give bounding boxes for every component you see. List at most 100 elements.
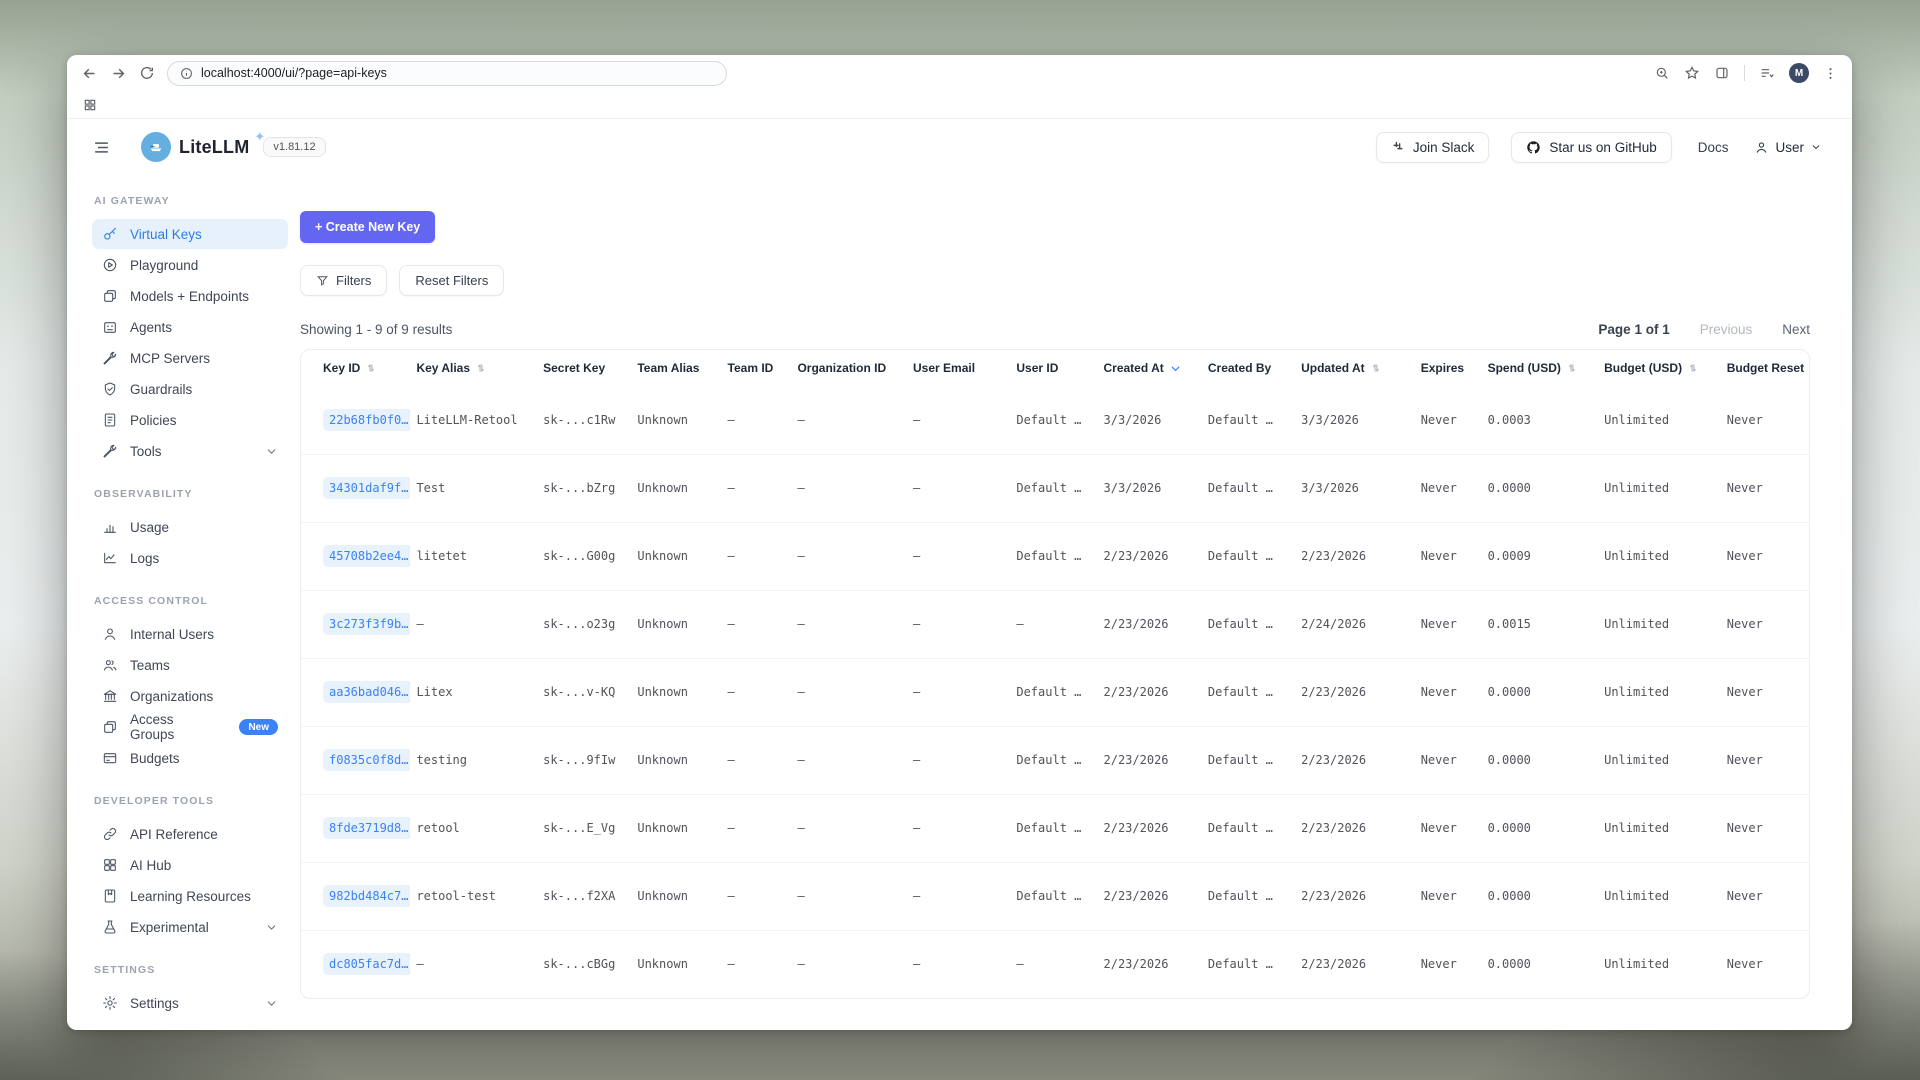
key-table-row[interactable]: f0835c0f8d…testingsk-...9fIwUnknown–––De… <box>301 726 1809 794</box>
key-icon <box>102 226 118 242</box>
back-button[interactable] <box>81 65 98 82</box>
column-header-key-id[interactable]: Key ID <box>301 350 410 386</box>
sidebar-item-learning-resources[interactable]: Learning Resources <box>92 881 288 911</box>
site-info-icon[interactable] <box>180 67 193 80</box>
sort-icon <box>1370 362 1381 374</box>
sidebar-item-label: Experimental <box>130 920 209 935</box>
star-github-button[interactable]: Star us on GitHub <box>1511 132 1671 163</box>
sidebar-item-experimental[interactable]: Experimental <box>92 912 288 942</box>
key-table-row[interactable]: 34301daf9f…Testsk-...bZrgUnknown–––Defau… <box>301 454 1809 522</box>
cell-user-email: – <box>907 454 1010 522</box>
key-id-link[interactable]: aa36bad046… <box>323 681 410 703</box>
groups-icon <box>102 719 118 735</box>
key-table-row[interactable]: 3c273f3f9b…–sk-...o23gUnknown––––2/23/20… <box>301 590 1809 658</box>
tab-panel-icon[interactable] <box>1714 65 1730 81</box>
cell-spend-usd: 0.0000 <box>1482 454 1599 522</box>
sidebar-item-label: Logs <box>130 551 159 566</box>
cell-spend-usd: 0.0015 <box>1482 590 1599 658</box>
sidebar-collapse-icon[interactable] <box>92 138 111 157</box>
sidebar-item-playground[interactable]: Playground <box>92 250 288 280</box>
sidebar-item-budgets[interactable]: Budgets <box>92 743 288 773</box>
profile-avatar[interactable]: M <box>1789 63 1809 83</box>
filters-button[interactable]: Filters <box>300 265 387 296</box>
sidebar-item-api-reference[interactable]: API Reference <box>92 819 288 849</box>
cell-secret-key: sk-...9fIw <box>537 726 631 794</box>
create-new-key-button[interactable]: + Create New Key <box>300 211 435 243</box>
column-header-user-id: User ID <box>1010 350 1097 386</box>
sidebar-item-internal-users[interactable]: Internal Users <box>92 619 288 649</box>
sidebar-item-logs[interactable]: Logs <box>92 543 288 573</box>
version-badge: ✦ v1.81.12 <box>263 137 325 157</box>
cell-updated-at: 2/23/2026 <box>1295 930 1415 998</box>
column-header-key-alias[interactable]: Key Alias <box>410 350 537 386</box>
cell-budget-usd: Unlimited <box>1598 386 1721 454</box>
sidebar-item-tools[interactable]: Tools <box>92 436 288 466</box>
key-table-row[interactable]: 8fde3719d8…retoolsk-...E_VgUnknown–––Def… <box>301 794 1809 862</box>
key-table-row[interactable]: 45708b2ee4…litetetsk-...G00gUnknown–––De… <box>301 522 1809 590</box>
sidebar-item-mcp-servers[interactable]: MCP Servers <box>92 343 288 373</box>
reading-list-icon[interactable] <box>1759 65 1775 81</box>
bank-icon <box>102 688 118 704</box>
apps-grid-icon[interactable] <box>83 98 97 112</box>
key-id-link[interactable]: f0835c0f8d… <box>323 749 410 771</box>
key-id-link[interactable]: 34301daf9f… <box>323 477 410 499</box>
sidebar-item-teams[interactable]: Teams <box>92 650 288 680</box>
bookmark-star-icon[interactable] <box>1684 65 1700 81</box>
reset-filters-button[interactable]: Reset Filters <box>399 265 504 296</box>
cell-updated-at: 2/23/2026 <box>1295 522 1415 590</box>
key-table-row[interactable]: aa36bad046…Litexsk-...v-KQUnknown–––Defa… <box>301 658 1809 726</box>
next-page-button[interactable]: Next <box>1782 322 1810 337</box>
sidebar-item-settings[interactable]: Settings <box>92 988 288 1018</box>
sidebar-item-label: MCP Servers <box>130 351 210 366</box>
reload-button[interactable] <box>139 65 155 81</box>
cell-created-by: Default … <box>1202 930 1295 998</box>
key-id-link[interactable]: 22b68fb0f0… <box>323 409 410 431</box>
sidebar-item-organizations[interactable]: Organizations <box>92 681 288 711</box>
key-id-link[interactable]: 982bd484c7… <box>323 885 410 907</box>
key-table-row[interactable]: dc805fac7d…–sk-...cBGgUnknown––––2/23/20… <box>301 930 1809 998</box>
sidebar-item-guardrails[interactable]: Guardrails <box>92 374 288 404</box>
column-header-budget-usd[interactable]: Budget (USD) <box>1598 350 1721 386</box>
key-id-link[interactable]: 45708b2ee4… <box>323 545 410 567</box>
cell-spend-usd: 0.0009 <box>1482 522 1599 590</box>
cell-created-by: Default … <box>1202 522 1295 590</box>
sidebar-item-models-endpoints[interactable]: Models + Endpoints <box>92 281 288 311</box>
key-table-row[interactable]: 982bd484c7…retool-testsk-...f2XAUnknown–… <box>301 862 1809 930</box>
browser-menu-icon[interactable] <box>1823 66 1838 81</box>
column-header-updated-at[interactable]: Updated At <box>1295 350 1415 386</box>
cell-spend-usd: 0.0000 <box>1482 658 1599 726</box>
cell-organization-id: – <box>791 794 907 862</box>
column-header-spend-usd[interactable]: Spend (USD) <box>1482 350 1599 386</box>
docs-link[interactable]: Docs <box>1694 140 1733 155</box>
cell-expires: Never <box>1415 794 1482 862</box>
cell-secret-key: sk-...E_Vg <box>537 794 631 862</box>
cell-budget-usd: Unlimited <box>1598 522 1721 590</box>
key-id-link[interactable]: 3c273f3f9b… <box>323 613 410 635</box>
column-header-created-at[interactable]: Created At <box>1098 350 1202 386</box>
key-id-link[interactable]: dc805fac7d… <box>323 953 410 975</box>
sidebar-item-virtual-keys[interactable]: Virtual Keys <box>92 219 288 249</box>
sidebar-item-policies[interactable]: Policies <box>92 405 288 435</box>
gear-icon <box>102 995 118 1011</box>
previous-page-button[interactable]: Previous <box>1700 322 1753 337</box>
sidebar-item-label: Virtual Keys <box>130 227 202 242</box>
sidebar-item-access-groups[interactable]: Access Groups New <box>92 712 288 742</box>
user-menu[interactable]: User <box>1754 140 1822 155</box>
cell-key-id: 45708b2ee4… <box>301 522 410 590</box>
main-content: + Create New Key Filters Reset Filters <box>300 175 1852 1030</box>
key-id-link[interactable]: 8fde3719d8… <box>323 817 410 839</box>
key-table-row[interactable]: 22b68fb0f0…LiteLLM-Retoolsk-...c1RwUnkno… <box>301 386 1809 454</box>
sidebar-item-ai-hub[interactable]: AI Hub <box>92 850 288 880</box>
flask-icon <box>102 919 118 935</box>
cell-expires: Never <box>1415 726 1482 794</box>
sort-desc-icon <box>1169 362 1182 375</box>
cell-user-email: – <box>907 522 1010 590</box>
zoom-search-icon[interactable] <box>1654 65 1670 81</box>
sidebar-item-agents[interactable]: Agents <box>92 312 288 342</box>
url-bar[interactable]: localhost:4000/ui/?page=api-keys <box>167 61 727 86</box>
virtual-keys-table: Key ID Key Alias Secret Key Team Alias T… <box>301 350 1809 998</box>
sidebar-item-usage[interactable]: Usage <box>92 512 288 542</box>
join-slack-button[interactable]: Join Slack <box>1376 132 1490 163</box>
forward-button[interactable] <box>110 65 127 82</box>
cell-team-id: – <box>722 726 792 794</box>
